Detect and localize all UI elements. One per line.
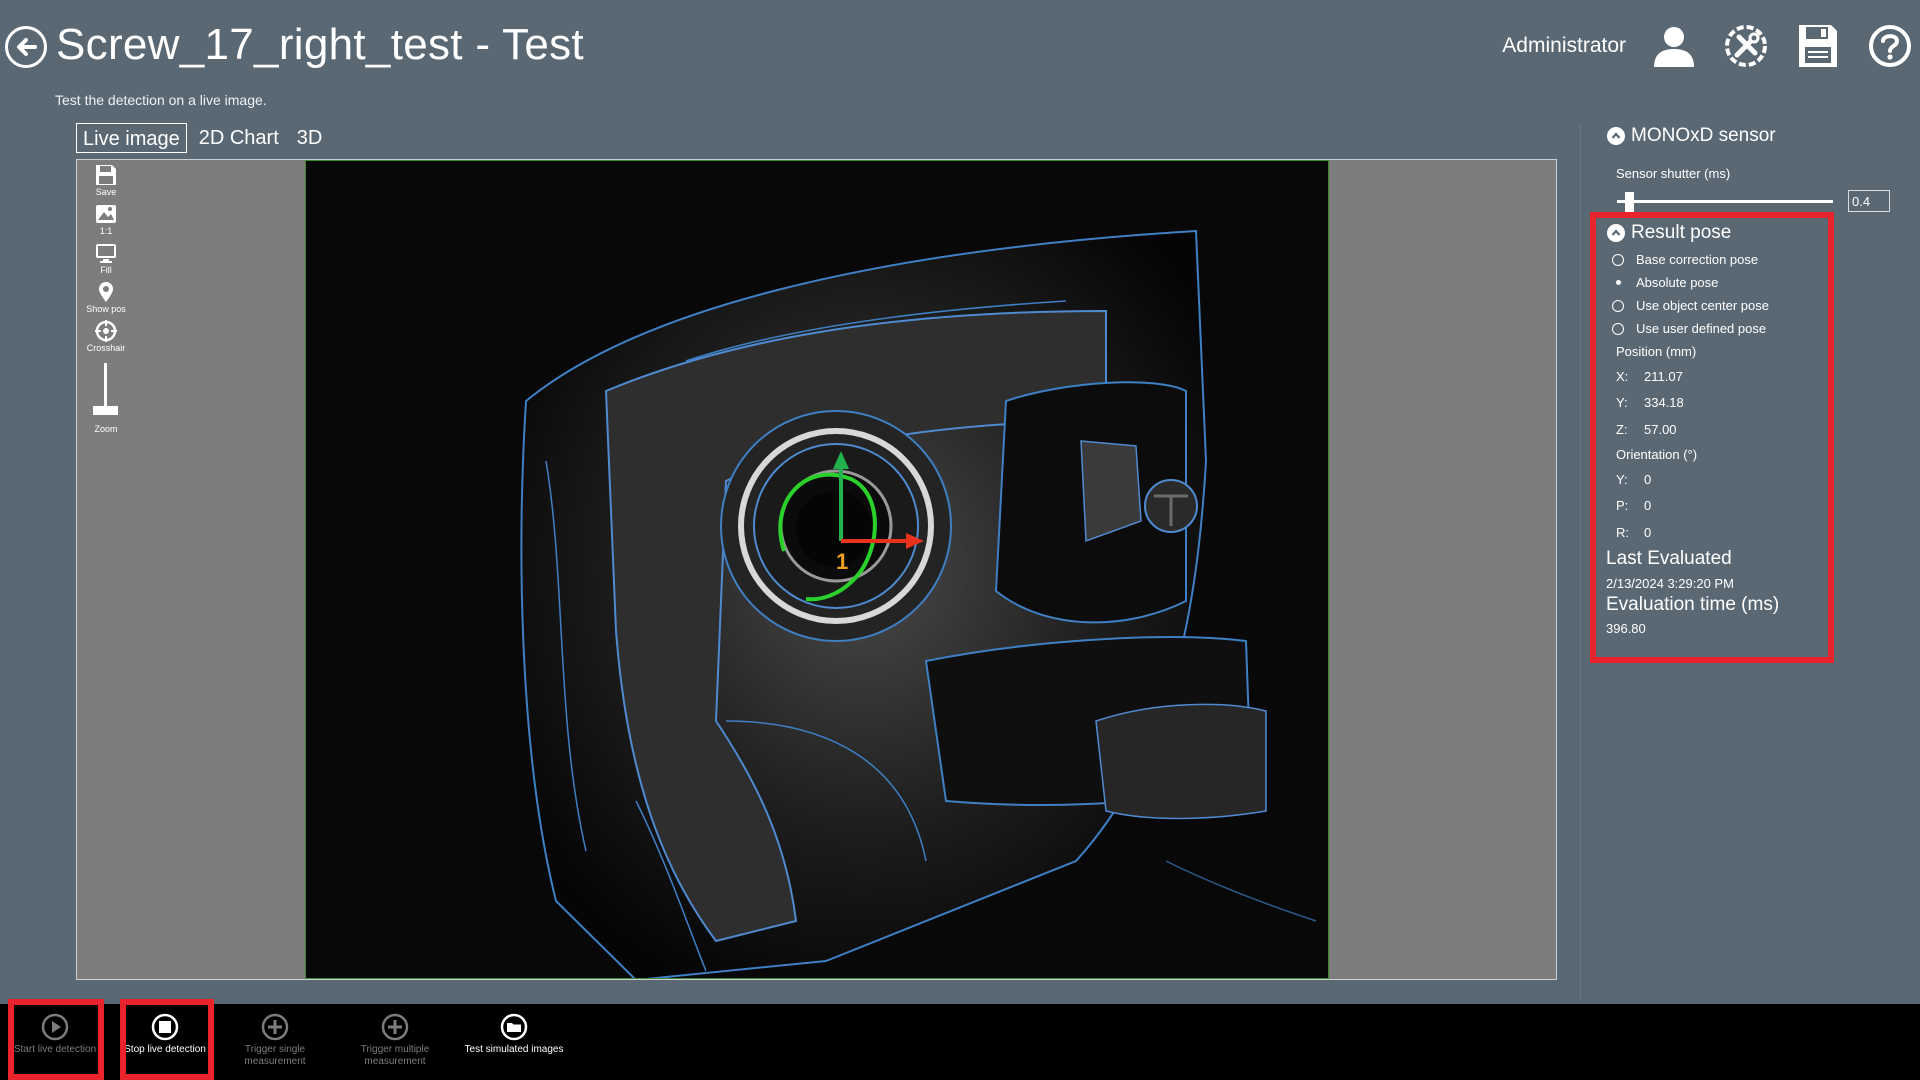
chevron-up-icon xyxy=(1607,224,1625,242)
radio-button[interactable] xyxy=(1612,322,1624,335)
sensor-shutter-slider[interactable] xyxy=(1617,192,1833,212)
help-icon xyxy=(1869,25,1911,67)
fill-tool[interactable]: Fill xyxy=(95,242,117,275)
zoom-thumb[interactable] xyxy=(93,406,119,415)
orientation-r-value: 0 xyxy=(1644,525,1652,540)
sensor-shutter-input[interactable] xyxy=(1848,190,1890,212)
tab-2d-chart[interactable]: 2D Chart xyxy=(193,123,285,153)
position-y-label: Y: xyxy=(1616,395,1628,410)
test-simulated-images-button[interactable]: Test simulated images xyxy=(464,1004,564,1080)
crosshair-label: Crosshair xyxy=(86,343,126,353)
save-icon xyxy=(1799,25,1837,67)
radio-label: Use object center pose xyxy=(1636,298,1769,313)
position-z-value: 57.00 xyxy=(1644,422,1677,437)
save-image-tool[interactable]: Save xyxy=(95,164,117,197)
last-evaluated-value: 2/13/2024 3:29:20 PM xyxy=(1606,576,1734,591)
radio-absolute-pose[interactable]: Absolute pose xyxy=(1612,275,1718,290)
image-viewer: Save 1:1 Fill Show pos Crosshair Zoom 1 xyxy=(76,159,1557,980)
bottom-action-bar: Start live detection Stop live detection… xyxy=(0,1004,1920,1080)
evaluation-time-label: Evaluation time (ms) xyxy=(1606,594,1780,615)
monitor-icon xyxy=(96,244,116,263)
crosshair-tool[interactable]: Crosshair xyxy=(86,320,126,353)
slider-thumb[interactable] xyxy=(1625,192,1634,212)
orientation-label: Orientation (°) xyxy=(1616,447,1698,462)
show-pos-tool[interactable]: Show pos xyxy=(86,281,126,314)
result-section-header[interactable]: Result pose xyxy=(1607,222,1731,244)
trigger-multiple-label: Trigger multiple measurement xyxy=(360,1044,430,1067)
sensor-shutter-label: Sensor shutter (ms) xyxy=(1616,166,1731,181)
tab-live-image[interactable]: Live image xyxy=(76,123,187,153)
crosshair-icon xyxy=(94,320,117,342)
slider-track xyxy=(1617,200,1833,203)
tools-button[interactable] xyxy=(1720,20,1772,72)
one-to-one-label: 1:1 xyxy=(99,226,113,236)
trigger-single-measurement-button[interactable]: Trigger single measurement xyxy=(225,1004,325,1080)
position-label: Position (mm) xyxy=(1616,344,1697,359)
live-image[interactable]: 1 xyxy=(305,160,1329,979)
detection-index-label: 1 xyxy=(836,549,848,574)
header-actions: Administrator xyxy=(1502,20,1920,72)
radio-base-correction-pose[interactable]: Base correction pose xyxy=(1612,252,1758,267)
back-arrow-icon xyxy=(17,38,37,56)
stop-live-highlight xyxy=(120,999,214,1080)
result-section-title: Result pose xyxy=(1631,222,1732,243)
trigger-single-label: Trigger single measurement xyxy=(244,1044,306,1067)
orientation-y-label: Y: xyxy=(1616,472,1628,487)
tools-icon xyxy=(1725,25,1767,67)
orientation-r-label: R: xyxy=(1616,525,1629,540)
viewer-toolbar: Save 1:1 Fill Show pos Crosshair Zoom xyxy=(77,160,135,434)
orientation-p-label: P: xyxy=(1616,498,1629,513)
zoom-track[interactable] xyxy=(93,363,119,415)
zoom-slider[interactable]: Zoom xyxy=(93,363,119,434)
sensor-section-title: MONOxD sensor xyxy=(1631,125,1776,146)
radio-button[interactable] xyxy=(1612,277,1624,289)
save-icon xyxy=(96,165,116,185)
radio-button[interactable] xyxy=(1612,253,1624,266)
show-pos-label: Show pos xyxy=(86,304,126,314)
start-live-highlight xyxy=(8,999,104,1080)
chevron-up-icon xyxy=(1607,127,1625,145)
folder-icon xyxy=(500,1013,528,1041)
plus-circle-icon xyxy=(261,1013,289,1041)
radio-user-defined-pose[interactable]: Use user defined pose xyxy=(1612,321,1766,336)
orientation-y-value: 0 xyxy=(1644,472,1652,487)
user-icon xyxy=(1654,27,1694,67)
test-simulated-label: Test simulated images xyxy=(464,1044,564,1055)
position-y-value: 334.18 xyxy=(1644,395,1684,410)
orientation-p-value: 0 xyxy=(1644,498,1652,513)
last-evaluated-label: Last Evaluated xyxy=(1606,548,1732,569)
radio-object-center-pose[interactable]: Use object center pose xyxy=(1612,298,1769,313)
panel-divider xyxy=(1580,123,1581,1000)
position-x-label: X: xyxy=(1616,369,1629,384)
save-tool-label: Save xyxy=(95,187,117,197)
help-button[interactable] xyxy=(1864,20,1916,72)
page-title: Screw_17_right_test - Test xyxy=(56,20,584,69)
sensor-section-header[interactable]: MONOxD sensor xyxy=(1607,125,1776,147)
user-button[interactable] xyxy=(1648,20,1700,72)
radio-label: Absolute pose xyxy=(1636,275,1719,290)
radio-label: Use user defined pose xyxy=(1636,321,1767,336)
radio-label: Base correction pose xyxy=(1636,252,1759,267)
user-name: Administrator xyxy=(1502,34,1626,57)
evaluation-time-value: 396.80 xyxy=(1606,621,1646,636)
page-subtitle: Test the detection on a live image. xyxy=(55,92,267,108)
tab-3d[interactable]: 3D xyxy=(291,123,329,153)
trigger-multiple-measurement-button[interactable]: Trigger multiple measurement xyxy=(345,1004,445,1080)
location-pin-icon xyxy=(99,282,113,302)
plus-circle-icon xyxy=(381,1013,409,1041)
back-button[interactable] xyxy=(5,26,47,68)
position-z-label: Z: xyxy=(1616,422,1628,437)
radio-button[interactable] xyxy=(1612,299,1624,312)
camera-image: 1 xyxy=(306,161,1328,978)
zoom-label: Zoom xyxy=(94,424,118,434)
position-x-value: 211.07 xyxy=(1644,369,1683,384)
save-button[interactable] xyxy=(1792,20,1844,72)
one-to-one-tool[interactable]: 1:1 xyxy=(95,203,117,236)
image-icon xyxy=(96,205,116,223)
view-tabs: Live image 2D Chart 3D xyxy=(76,123,334,153)
fill-label: Fill xyxy=(100,265,112,275)
